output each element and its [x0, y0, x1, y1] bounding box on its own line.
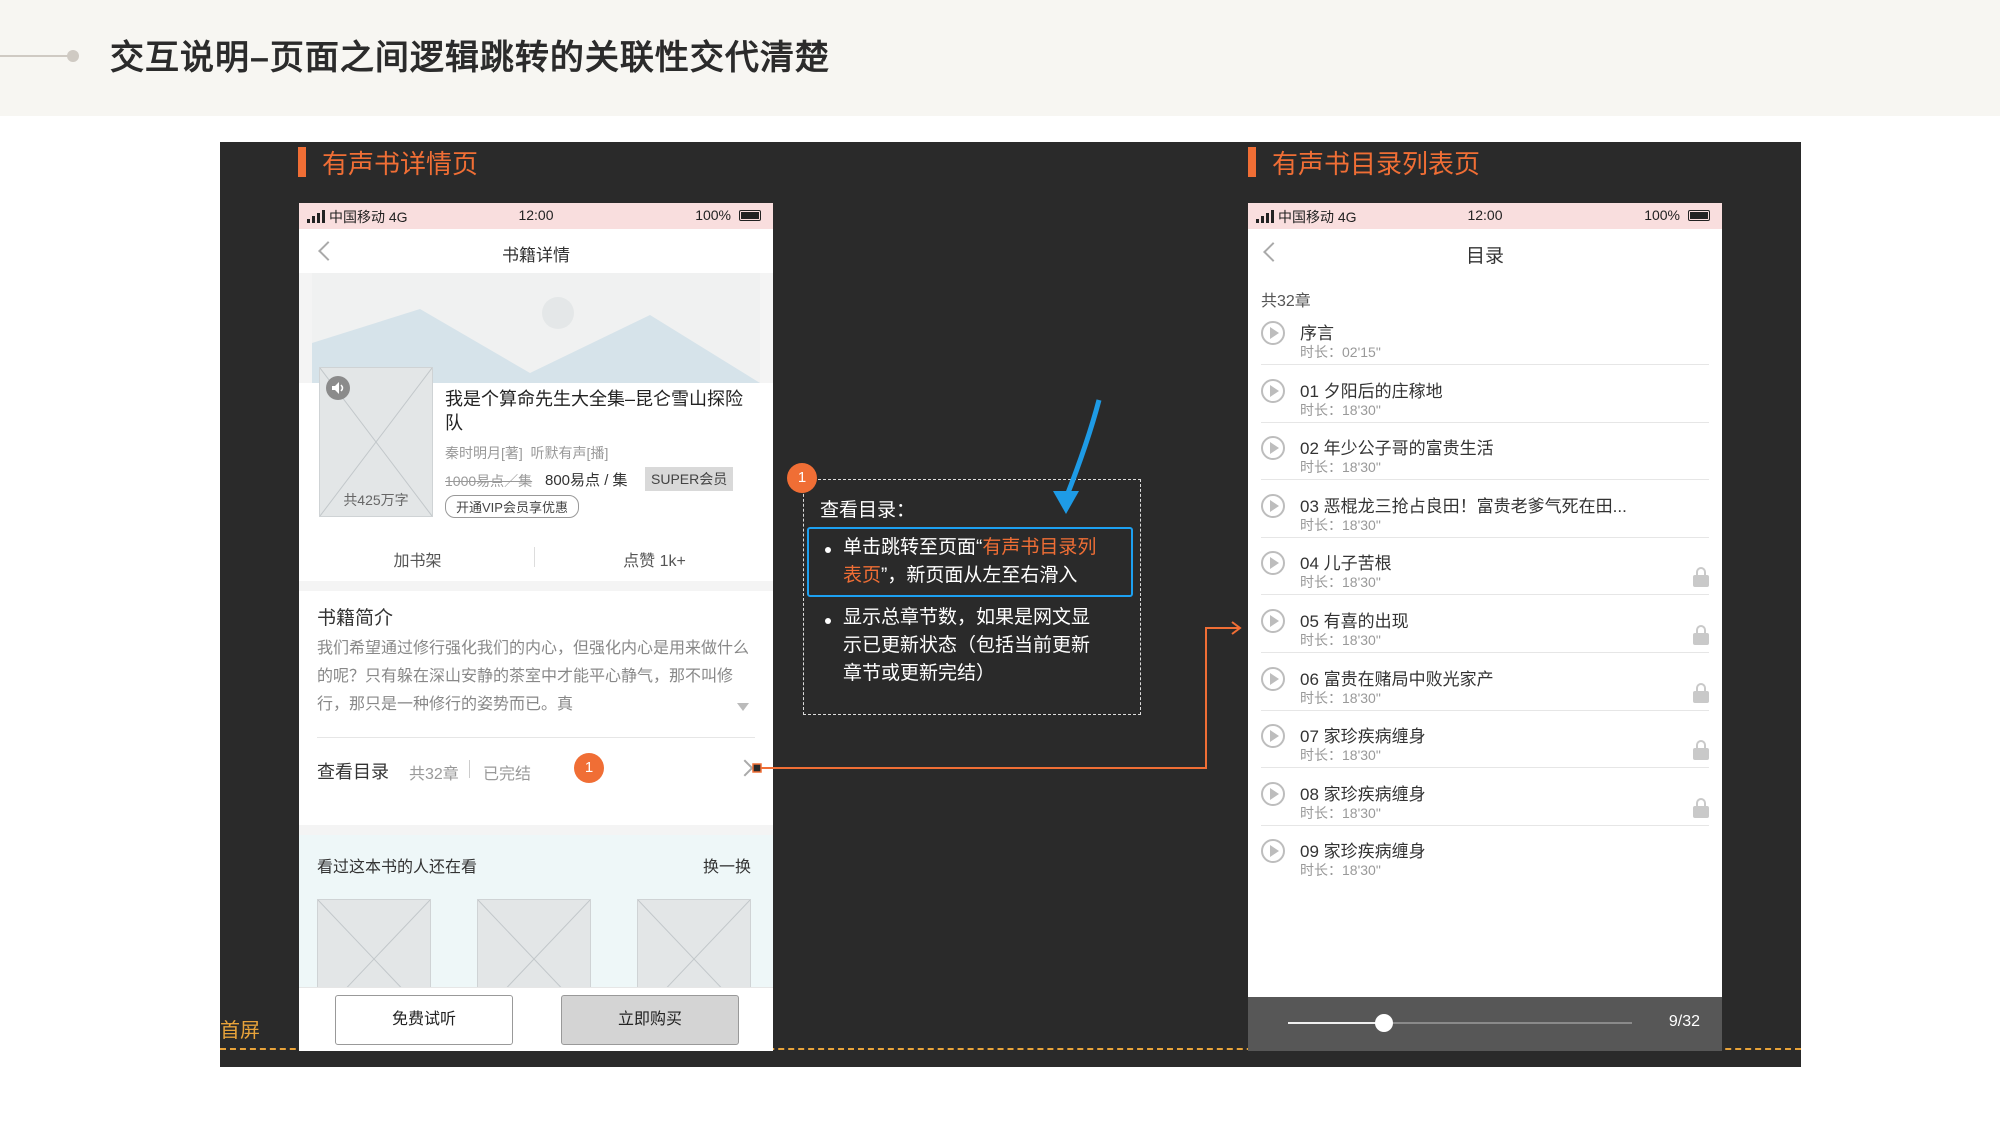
duration-label: 时长：	[1300, 516, 1342, 533]
play-icon[interactable]	[1261, 666, 1285, 691]
chapter-duration: 时长：18'30"	[1300, 630, 1381, 650]
duration-label: 时长：	[1300, 862, 1342, 879]
duration-value: 18'30"	[1342, 516, 1381, 533]
duration-label: 时长：	[1300, 344, 1342, 360]
divider	[1261, 364, 1709, 365]
nav-bar: 目录	[1248, 229, 1722, 275]
chapter-title[interactable]: 04 儿子苦根	[1300, 549, 1392, 574]
prototype-canvas: 有声书详情页 有声书目录列表页 首屏 中国移动 4G 12:00 100% 书籍…	[220, 142, 1801, 1067]
duration-value: 18'30"	[1342, 574, 1381, 591]
divider	[1261, 767, 1709, 769]
catalog-phone-screen: 中国移动 4G 12:00 100% 目录 共32章 序言 时长：02'15" 01…	[1248, 203, 1722, 1051]
divider	[1261, 824, 1709, 826]
duration-value: 18'30"	[1342, 459, 1381, 476]
play-icon[interactable]	[1261, 378, 1285, 403]
play-icon[interactable]	[1261, 436, 1285, 461]
play-icon[interactable]	[1261, 781, 1285, 806]
lock-icon	[1693, 797, 1709, 818]
chapter-duration: 时长：18'30"	[1300, 400, 1381, 420]
connector-start-marker	[752, 763, 762, 773]
lock-icon	[1693, 740, 1709, 761]
pointer-arrow-shaft	[1063, 399, 1102, 499]
status-battery-text: 100%	[1644, 207, 1680, 223]
duration-value: 18'30"	[1342, 401, 1381, 418]
chapter-title[interactable]: 01 夕阳后的庄稼地	[1300, 377, 1443, 402]
header-decoration-dot	[67, 50, 79, 62]
chapter-title[interactable]: 03 恶棍龙三抢占良田！富贵老爹气死在田...	[1300, 492, 1627, 517]
chapter-duration: 时长：18'30"	[1300, 803, 1381, 823]
lock-icon	[1693, 625, 1709, 645]
chapter-title[interactable]: 08 家珍疾病缠身	[1300, 780, 1426, 805]
play-icon[interactable]	[1261, 493, 1285, 518]
chapter-title[interactable]: 07 家珍疾病缠身	[1300, 722, 1426, 747]
duration-value: 18'30"	[1342, 632, 1381, 648]
duration-label: 时长：	[1300, 689, 1342, 706]
duration-value: 18'30"	[1342, 862, 1381, 879]
play-icon[interactable]	[1261, 839, 1285, 864]
duration-label: 时长：	[1300, 459, 1342, 476]
progress-label: 9/32	[1668, 1013, 1700, 1030]
player-bar: 9/32	[1248, 997, 1722, 1051]
chapter-title[interactable]: 02 年少公子哥的富贵生活	[1300, 434, 1494, 459]
divider	[1261, 594, 1709, 596]
nav-title: 目录	[1465, 246, 1504, 267]
chapter-total: 共32章	[1261, 293, 1311, 310]
divider	[1261, 536, 1709, 538]
progress-thumb[interactable]	[1375, 1014, 1394, 1032]
play-icon[interactable]	[1261, 551, 1285, 576]
play-icon[interactable]	[1261, 609, 1285, 633]
divider	[1261, 709, 1709, 711]
chapter-duration: 时长：18'30"	[1300, 515, 1381, 535]
divider	[1261, 421, 1709, 423]
chapter-title[interactable]: 09 家珍疾病缠身	[1300, 837, 1426, 862]
page-title: 交互说明–页面之间逻辑跳转的关联性交代清楚	[110, 39, 830, 77]
chapter-duration: 时长：18'30"	[1300, 457, 1381, 477]
duration-label: 时长：	[1300, 804, 1342, 821]
duration-value: 02'15"	[1342, 344, 1381, 360]
duration-value: 18'30"	[1342, 747, 1381, 764]
flow-connector-line	[758, 627, 1240, 769]
battery-icon	[1688, 210, 1710, 221]
page-header: 交互说明–页面之间逻辑跳转的关联性交代清楚	[0, 0, 2000, 116]
duration-label: 时长：	[1300, 574, 1342, 591]
duration-value: 18'30"	[1342, 689, 1381, 706]
duration-label: 时长：	[1300, 747, 1342, 764]
divider	[1261, 652, 1709, 653]
chapter-duration: 时长：02'15"	[1300, 342, 1381, 362]
status-bar: 中国移动 4G 12:00 100%	[1248, 203, 1722, 229]
divider	[1261, 479, 1709, 481]
chapter-title[interactable]: 06 富贵在赌局中败光家产	[1300, 665, 1494, 690]
chapter-title[interactable]: 05 有喜的出现	[1300, 607, 1409, 632]
lock-icon	[1693, 567, 1709, 588]
play-icon[interactable]	[1261, 724, 1285, 749]
chapter-duration: 时长：18'30"	[1300, 745, 1381, 765]
chapter-duration: 时长：18'30"	[1300, 860, 1381, 880]
chapter-duration: 时长：18'30"	[1300, 688, 1381, 708]
lock-icon	[1693, 682, 1709, 703]
chapter-duration: 时长：18'30"	[1300, 572, 1381, 592]
duration-label: 时长：	[1300, 401, 1342, 418]
progress-fill	[1288, 1022, 1385, 1024]
duration-label: 时长：	[1300, 632, 1342, 648]
duration-value: 18'30"	[1342, 804, 1381, 821]
pointer-arrow-head	[1053, 491, 1079, 514]
chapter-title[interactable]: 序言	[1300, 319, 1334, 344]
play-icon[interactable]	[1261, 321, 1285, 345]
header-decoration-line	[0, 55, 72, 57]
